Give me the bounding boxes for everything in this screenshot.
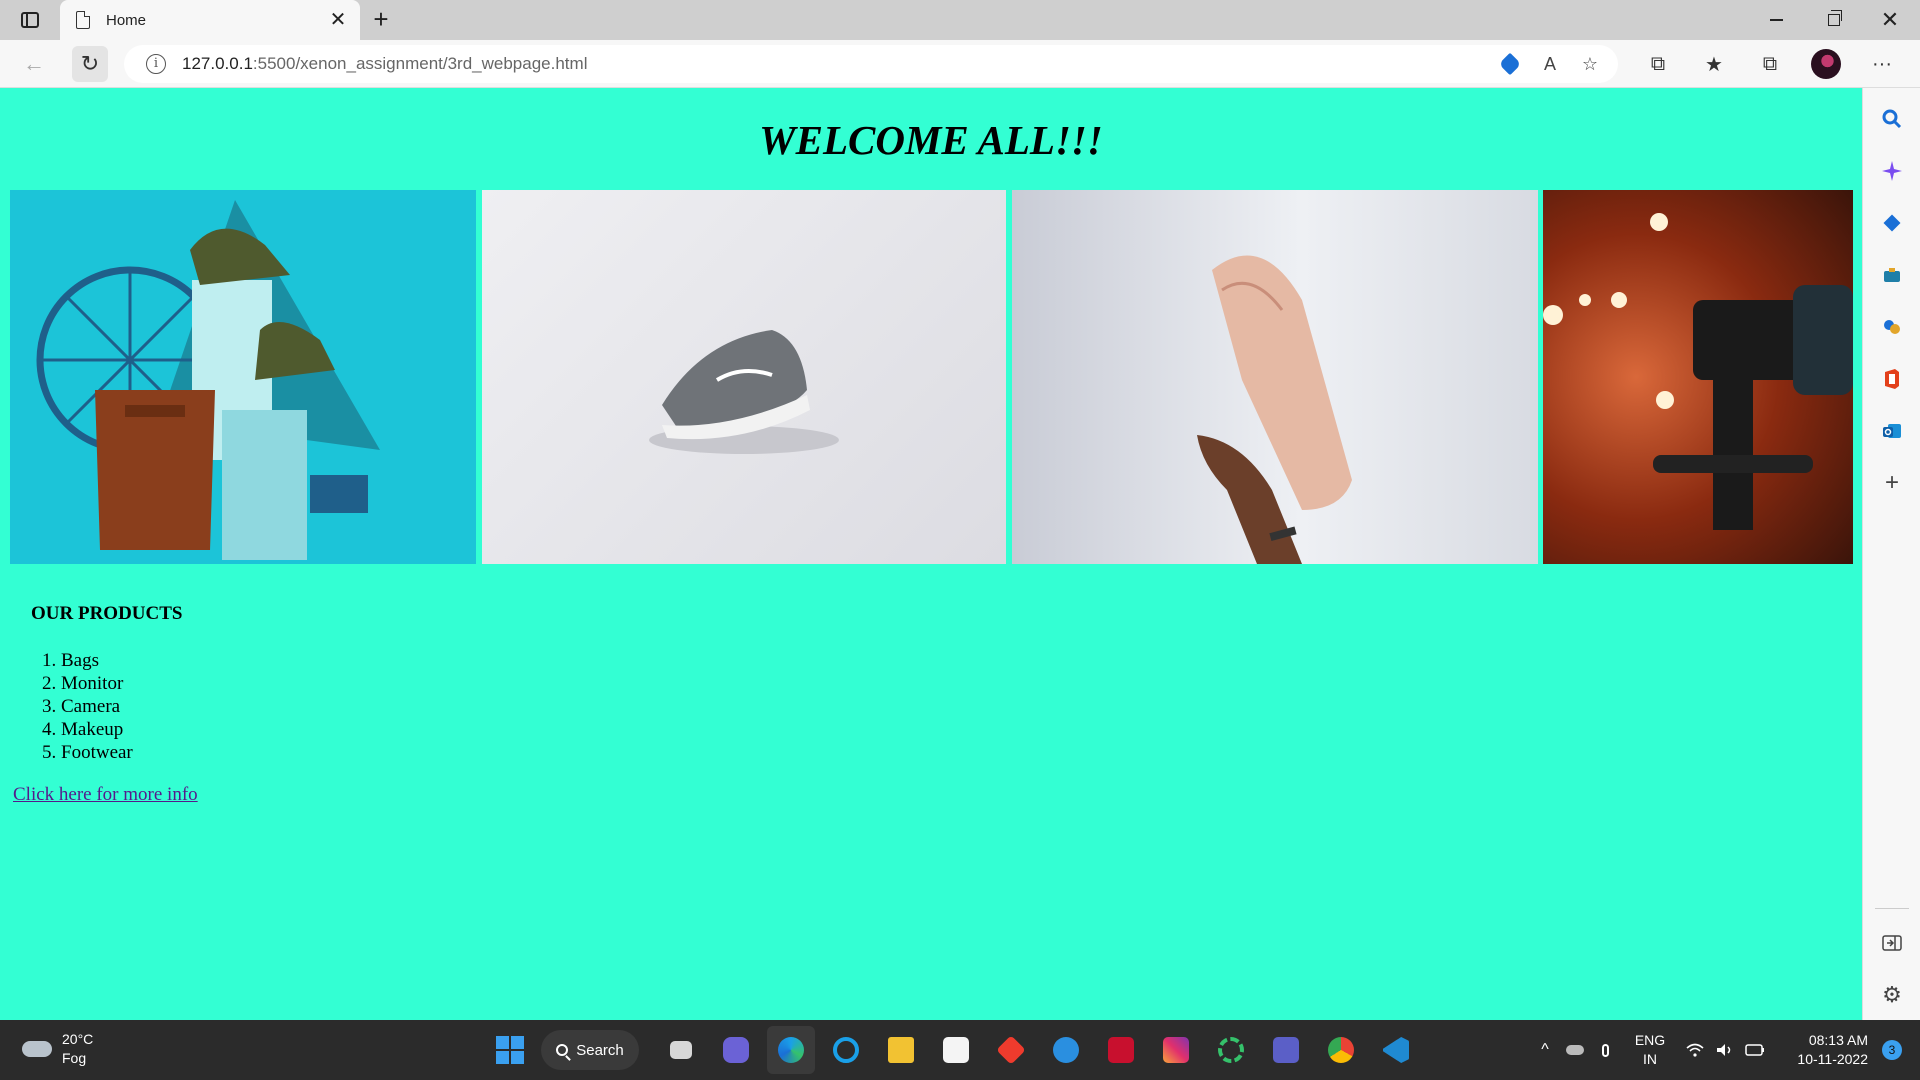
profile-button[interactable] bbox=[1798, 44, 1854, 84]
product-list: 1. Bags 2. Monitor 3. Camera 4. Makeup 5… bbox=[42, 649, 133, 764]
cortana-icon[interactable] bbox=[822, 1026, 870, 1074]
browser-toolbar: ← ↻ i 127.0.0.1:5500/xenon_assignment/3r… bbox=[0, 40, 1920, 88]
region-code: IN bbox=[1643, 1051, 1657, 1067]
extensions-icon[interactable]: ⧉ bbox=[1630, 44, 1686, 84]
new-tab-button[interactable]: + bbox=[366, 5, 396, 35]
tab-close-icon[interactable]: ✕ bbox=[324, 6, 352, 34]
microphone-icon[interactable] bbox=[1590, 1030, 1620, 1070]
notification-badge[interactable]: 3 bbox=[1882, 1040, 1902, 1060]
sneaker-image bbox=[482, 190, 1006, 564]
instagram-icon[interactable] bbox=[1152, 1026, 1200, 1074]
restore-icon bbox=[1828, 10, 1842, 26]
shopping-icon[interactable] bbox=[1877, 208, 1907, 238]
products-heading: OUR PRODUCTS bbox=[31, 603, 183, 624]
onedrive-icon[interactable] bbox=[1560, 1030, 1590, 1070]
url-host: 127.0.0.1 bbox=[182, 54, 253, 73]
back-button[interactable]: ← bbox=[16, 46, 52, 82]
edge-icon[interactable] bbox=[767, 1026, 815, 1074]
taskbar: 20°C Fog Search ^ ENG IN 08:13 AM 10-11-… bbox=[0, 1020, 1920, 1080]
more-info-link[interactable]: Click here for more info bbox=[13, 784, 198, 806]
page-content: WELCOME ALL!!! OUR PRODUCTS 1. Bags 2. M… bbox=[0, 88, 1862, 1020]
wifi-icon[interactable] bbox=[1680, 1030, 1710, 1070]
restore-button[interactable] bbox=[1806, 0, 1862, 40]
add-favorite-icon[interactable]: ☆ bbox=[1570, 48, 1610, 80]
camera-image bbox=[1543, 190, 1853, 564]
minimize-icon bbox=[1769, 19, 1783, 21]
teams-icon[interactable] bbox=[1262, 1026, 1310, 1074]
outlook-icon[interactable] bbox=[1877, 416, 1907, 446]
search-icon[interactable] bbox=[1877, 104, 1907, 134]
lang-code: ENG bbox=[1634, 1032, 1666, 1048]
search-label: Search bbox=[576, 1041, 624, 1059]
mcafee-icon[interactable] bbox=[1097, 1026, 1145, 1074]
edge-sidebar: + ⚙ bbox=[1862, 88, 1920, 1020]
page-title: WELCOME ALL!!! bbox=[759, 117, 1103, 163]
minimize-button[interactable] bbox=[1748, 0, 1804, 40]
settings-icon[interactable]: ⚙ bbox=[1877, 980, 1907, 1010]
hand-sneaker-image bbox=[1012, 190, 1538, 564]
battery-icon[interactable] bbox=[1740, 1030, 1770, 1070]
office-icon[interactable] bbox=[1877, 364, 1907, 394]
store-icon[interactable] bbox=[932, 1026, 980, 1074]
tab-home[interactable]: Home ✕ bbox=[60, 0, 360, 40]
search-icon bbox=[556, 1044, 569, 1056]
games-icon[interactable] bbox=[1877, 312, 1907, 342]
volume-icon[interactable] bbox=[1710, 1030, 1740, 1070]
page-icon bbox=[76, 11, 90, 29]
help-icon[interactable] bbox=[1042, 1026, 1090, 1074]
clock[interactable]: 08:13 AM 10-11-2022 bbox=[1784, 1031, 1868, 1069]
bags-shoes-image bbox=[10, 190, 476, 564]
favorites-icon[interactable]: ★ bbox=[1686, 44, 1742, 84]
sync-icon[interactable] bbox=[1207, 1026, 1255, 1074]
read-aloud-icon[interactable]: A bbox=[1530, 48, 1570, 80]
shopping-tag-icon[interactable] bbox=[1490, 48, 1530, 80]
weather-temp: 20°C bbox=[62, 1031, 94, 1047]
url-path: :5500/xenon_assignment/3rd_webpage.html bbox=[252, 54, 588, 73]
tab-actions-icon[interactable] bbox=[14, 8, 46, 32]
list-item: 4. Makeup bbox=[42, 719, 124, 740]
windows-icon bbox=[496, 1036, 524, 1064]
language-indicator[interactable]: ENG IN bbox=[1620, 1031, 1680, 1069]
chevron-up-icon[interactable]: ^ bbox=[1530, 1030, 1560, 1070]
taskbar-search-button[interactable]: Search bbox=[541, 1030, 639, 1070]
list-item: 2. Monitor bbox=[42, 673, 124, 694]
url-text[interactable]: 127.0.0.1:5500/xenon_assignment/3rd_webp… bbox=[182, 54, 1490, 74]
tools-icon[interactable] bbox=[1877, 260, 1907, 290]
split-screen-icon[interactable] bbox=[1877, 928, 1907, 958]
file-explorer-icon[interactable] bbox=[877, 1026, 925, 1074]
clock-time: 08:13 AM bbox=[1808, 1032, 1868, 1048]
anydesk-icon[interactable] bbox=[987, 1026, 1035, 1074]
tab-title: Home bbox=[106, 11, 147, 29]
vscode-icon[interactable] bbox=[1372, 1026, 1420, 1074]
list-item: 5. Footwear bbox=[42, 742, 133, 763]
sidebar-divider bbox=[1875, 908, 1909, 909]
refresh-button[interactable]: ↻ bbox=[72, 46, 108, 82]
weather-widget[interactable]: 20°C Fog bbox=[22, 1030, 93, 1068]
weather-condition: Fog bbox=[62, 1050, 87, 1066]
chat-icon[interactable] bbox=[712, 1026, 760, 1074]
more-options-icon[interactable]: ··· bbox=[1854, 44, 1910, 84]
cloud-icon bbox=[22, 1041, 52, 1057]
list-item: 3. Camera bbox=[42, 696, 121, 717]
tab-bar: Home ✕ + ✕ bbox=[0, 0, 1920, 40]
start-button[interactable] bbox=[486, 1026, 534, 1074]
clock-date: 10-11-2022 bbox=[1797, 1051, 1868, 1067]
site-info-icon[interactable]: i bbox=[146, 54, 166, 74]
add-icon[interactable]: + bbox=[1877, 468, 1907, 498]
copilot-icon[interactable] bbox=[1877, 156, 1907, 186]
collections-icon[interactable]: ⧉ bbox=[1742, 44, 1798, 84]
list-item: 1. Bags bbox=[42, 650, 99, 671]
task-view-icon[interactable] bbox=[657, 1026, 705, 1074]
avatar bbox=[1811, 49, 1841, 79]
address-bar[interactable]: i 127.0.0.1:5500/xenon_assignment/3rd_we… bbox=[124, 45, 1618, 83]
close-window-button[interactable]: ✕ bbox=[1862, 0, 1918, 40]
chrome-icon[interactable] bbox=[1317, 1026, 1365, 1074]
